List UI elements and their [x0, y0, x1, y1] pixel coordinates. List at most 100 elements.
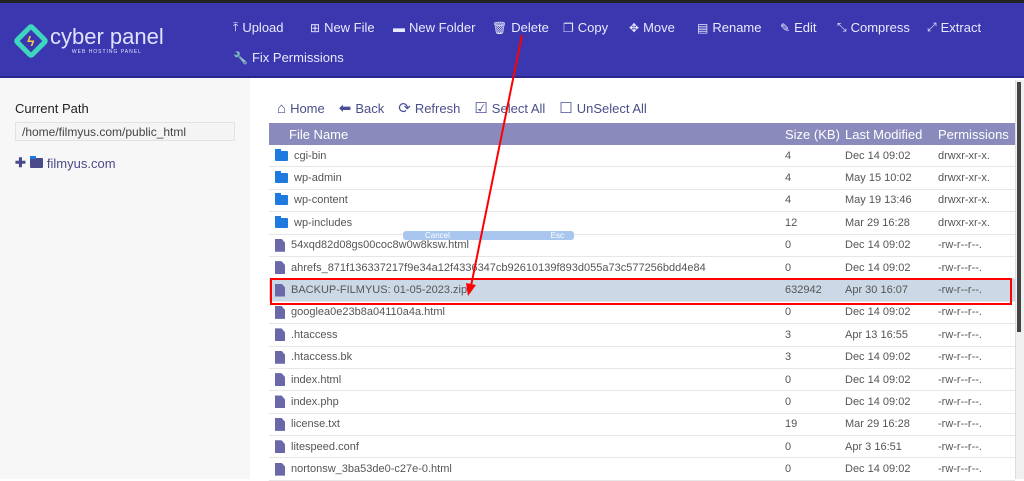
- table-row[interactable]: ahrefs_871f136337217f9e34a12f4336347cb92…: [269, 257, 1015, 280]
- toolbar-label: Upload: [242, 20, 284, 35]
- toolbar-label: Delete: [511, 20, 549, 35]
- file-icon: [275, 261, 285, 275]
- table-row[interactable]: wp-includes 12 Mar 29 16:28 drwxr-xr-x.: [269, 212, 1015, 235]
- file-name: index.php: [291, 395, 339, 408]
- file-permissions: drwxr-xr-x.: [938, 149, 990, 162]
- file-name: BACKUP-FILMYUS: 01-05-2023.zip: [291, 284, 468, 297]
- current-path-field[interactable]: /home/filmyus.com/public_html: [15, 122, 235, 141]
- copy-icon: ❐: [563, 20, 574, 35]
- table-row[interactable]: nortonsw_3ba53de0-c27e-0.html 0 Dec 14 09:…: [269, 458, 1015, 481]
- cancel-label[interactable]: Cancel: [425, 231, 450, 240]
- back-button[interactable]: ⬅ Back: [339, 99, 384, 117]
- nav-label: Back: [355, 100, 385, 116]
- col-permissions[interactable]: Permissions: [938, 127, 1015, 142]
- file-name: cgi-bin: [294, 149, 327, 162]
- file-permissions: drwxr-xr-x.: [938, 194, 990, 207]
- new-folder-button[interactable]: ▬ New Folder: [393, 20, 475, 35]
- scrollbar-thumb[interactable]: [1017, 82, 1021, 332]
- col-last-modified[interactable]: Last Modified: [845, 127, 938, 142]
- brand-name: cyber panel: [50, 24, 164, 49]
- table-row[interactable]: wp-content 4 May 19 13:46 drwxr-xr-x.: [269, 190, 1015, 213]
- file-icon: [275, 305, 285, 319]
- file-modified: Dec 14 09:02: [845, 395, 911, 408]
- file-size: 12: [785, 216, 798, 229]
- edit-button[interactable]: ✎ Edit: [780, 20, 816, 35]
- sidebar: Current Path /home/filmyus.com/public_ht…: [0, 78, 250, 479]
- file-modified: Mar 29 16:28: [845, 418, 910, 431]
- file-table: File Name Size (KB) Last Modified Permis…: [269, 123, 1015, 481]
- file-permissions: -rw-r--r--.: [938, 306, 982, 319]
- folder-icon: [275, 215, 288, 228]
- brand-tagline: WEB HOSTING PANEL: [71, 49, 142, 55]
- file-permissions: -rw-r--r--.: [938, 284, 982, 297]
- file-nav-bar: ⌂ Home ⬅ Back ⟳ Refresh ☑ Select All ☐ UnSelect A…: [277, 99, 647, 118]
- new-file-button[interactable]: ⊞ New File: [310, 20, 375, 35]
- current-path-label: Current Path: [15, 101, 89, 116]
- back-icon: ⬅: [338, 100, 352, 117]
- extract-button[interactable]: ⤢ Extract: [927, 20, 981, 35]
- compress-icon: ⤡: [837, 20, 847, 34]
- toolbar-label: Edit: [794, 20, 817, 35]
- file-name: .htaccess.bk: [291, 351, 353, 364]
- table-row[interactable]: BACKUP-FILMYUS: 01-05-2023.zip 632942 Apr …: [269, 279, 1015, 302]
- file-permissions: -rw-r--r--.: [938, 418, 982, 431]
- select-all-icon: ☑: [474, 100, 488, 117]
- file-modified: Dec 14 09:02: [845, 261, 911, 274]
- expand-plus-icon[interactable]: ✚: [15, 155, 26, 171]
- extract-icon: ⤢: [927, 20, 937, 34]
- file-modified: May 15 10:02: [845, 172, 912, 185]
- file-icon: [275, 350, 285, 364]
- file-modified: Apr 3 16:51: [845, 440, 902, 453]
- delete-button[interactable]: 🗑 Delete: [492, 20, 549, 35]
- home-button[interactable]: ⌂ Home: [277, 99, 325, 117]
- table-row[interactable]: 54xqd82d08gs00coc8w0w8ksw.html 0 Dec 14 09…: [269, 235, 1015, 257]
- copy-button[interactable]: ❐ Copy: [563, 20, 608, 35]
- file-size: 3: [785, 351, 792, 364]
- table-row[interactable]: wp-admin 4 May 15 10:02 drwxr-xr-x.: [269, 167, 1015, 190]
- logo[interactable]: ϟ cyber panel WEB HOSTING PANEL: [12, 22, 164, 60]
- file-permissions: -rw-r--r--.: [938, 351, 982, 364]
- file-permissions: -rw-r--r--.: [938, 261, 982, 274]
- cancel-overlay[interactable]: Cancel Esc: [403, 231, 574, 240]
- refresh-button[interactable]: ⟳ Refresh: [398, 99, 460, 117]
- file-icon: [275, 462, 285, 476]
- fix-permissions-button[interactable]: 🔧 Fix Permissions: [233, 50, 344, 65]
- file-icon: [275, 440, 285, 454]
- tree-item-label: filmyus.com: [46, 155, 116, 171]
- file-icon: [275, 373, 285, 387]
- nav-label: Refresh: [414, 100, 461, 116]
- table-row[interactable]: .htaccess.bk 3 Dec 14 09:02 -rw-r--r--.: [269, 347, 1015, 369]
- table-row[interactable]: index.html 0 Dec 14 09:02 -rw-r--r--.: [269, 369, 1015, 392]
- col-size[interactable]: Size (KB): [785, 127, 845, 142]
- rename-button[interactable]: ▤ Rename: [697, 20, 761, 35]
- upload-button[interactable]: ⤒ Upload: [233, 20, 284, 35]
- file-modified: Dec 14 09:02: [845, 306, 911, 319]
- col-file-name[interactable]: File Name: [269, 127, 785, 142]
- table-row[interactable]: index.php 0 Dec 14 09:02 -rw-r--r--.: [269, 391, 1015, 414]
- move-button[interactable]: ✥ Move: [629, 20, 675, 35]
- table-row[interactable]: googlea0e23b8a04110a4a.html 0 Dec 14 09:02…: [269, 302, 1015, 325]
- plus-square-icon: ⊞: [310, 20, 321, 35]
- tree-item-filmyus[interactable]: ✚ filmyus.com: [15, 155, 116, 171]
- table-row[interactable]: cgi-bin 4 Dec 14 09:02 drwxr-xr-x.: [269, 145, 1015, 168]
- toolbar-label: Rename: [712, 20, 762, 35]
- table-row[interactable]: license.txt 19 Mar 29 16:28 -rw-r--r--.: [269, 414, 1015, 437]
- file-permissions: -rw-r--r--.: [938, 395, 982, 408]
- unselect-all-button[interactable]: ☐ UnSelect All: [559, 99, 647, 117]
- file-permissions: -rw-r--r--.: [938, 463, 982, 476]
- toolbar-label: Compress: [850, 20, 910, 35]
- rename-icon: ▤: [697, 20, 709, 35]
- table-header: File Name Size (KB) Last Modified Permis…: [269, 123, 1015, 145]
- file-size: 0: [785, 239, 792, 252]
- table-row[interactable]: .htaccess 3 Apr 13 16:55 -rw-r--r--.: [269, 324, 1015, 347]
- file-permissions: -rw-r--r--.: [938, 328, 982, 341]
- trash-icon: 🗑: [492, 20, 508, 35]
- file-size: 4: [785, 172, 792, 185]
- toolbar-label: New File: [324, 20, 375, 35]
- file-modified: Apr 30 16:07: [845, 284, 908, 297]
- table-row[interactable]: litespeed.conf 0 Apr 3 16:51 -rw-r--r--.: [269, 436, 1015, 459]
- select-all-button[interactable]: ☑ Select All: [474, 99, 545, 117]
- compress-button[interactable]: ⤡ Compress: [837, 20, 910, 35]
- file-icon: [275, 238, 285, 252]
- file-size: 0: [785, 395, 792, 408]
